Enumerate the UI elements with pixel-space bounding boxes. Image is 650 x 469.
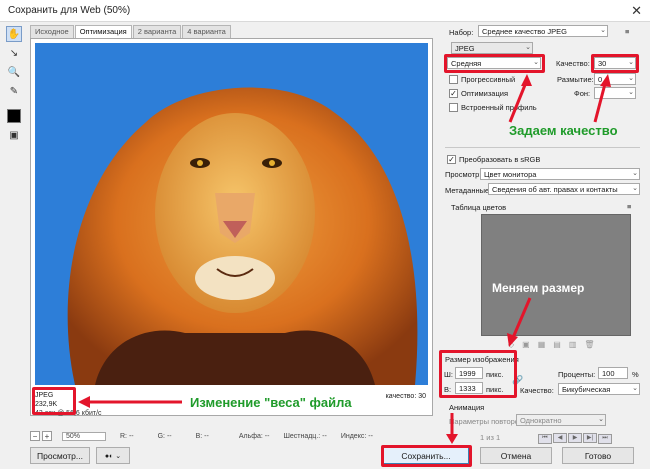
arrow-head-size [507, 333, 518, 347]
arrow-to-compression [508, 79, 529, 123]
arrow-head-quality [600, 74, 611, 87]
arrow-head-save [446, 434, 458, 444]
arrow-head-filesize [78, 396, 90, 408]
annotation-quality: Задаем качество [509, 123, 618, 138]
arrow-to-size [510, 297, 532, 341]
annotation-weight: Изменение "веса" файла [190, 395, 352, 410]
arrow-head-compression [521, 74, 532, 86]
